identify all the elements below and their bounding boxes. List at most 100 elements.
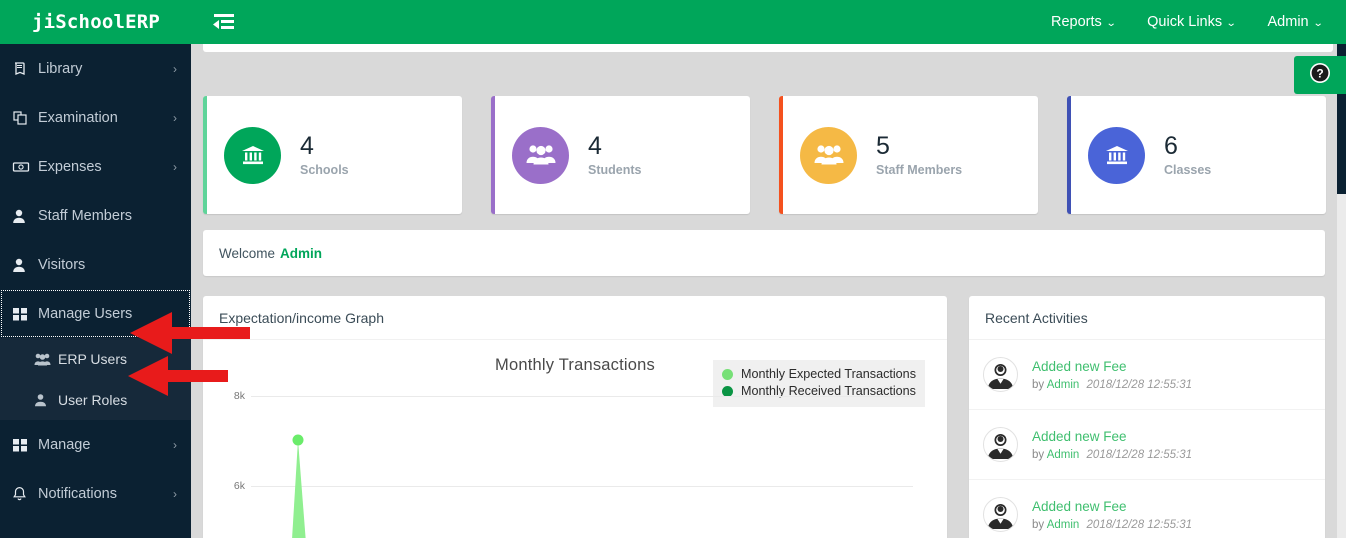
sidebar-item-label: Staff Members — [38, 207, 133, 224]
activities-panel-title: Recent Activities — [969, 296, 1325, 340]
activity-meta: by Admin 2018/12/28 12:55:31 — [1032, 449, 1192, 461]
sidebar-item-label: Visitors — [38, 256, 86, 273]
nav-reports[interactable]: Reports ⌄ — [1035, 0, 1131, 44]
activity-row[interactable]: Added new Fee by Admin 2018/12/28 12:55:… — [969, 340, 1325, 410]
sidebar-item-label: Manage — [38, 436, 91, 453]
stat-cards: 4 Schools 4 Students 5 Staff Members 6 C… — [203, 96, 1326, 214]
welcome-text: Welcome — [219, 245, 276, 261]
stat-card-text: 5 Staff Members — [876, 131, 963, 178]
user-icon — [12, 257, 38, 273]
stat-card-label: Students — [588, 163, 642, 178]
activity-author: Admin — [1046, 449, 1080, 462]
chevron-down-icon: ⌄ — [1312, 18, 1324, 29]
sidebar-item-label: Notifications — [38, 485, 117, 502]
page-scrollbar[interactable] — [1337, 44, 1346, 538]
grid-icon — [12, 437, 38, 453]
app-logo[interactable]: jiSchoolERP — [32, 0, 160, 44]
activity-by-prefix: by — [1032, 519, 1045, 532]
activity-text: Added new Fee by Admin 2018/12/28 12:55:… — [1032, 358, 1192, 392]
grid-icon — [12, 306, 38, 322]
activity-title[interactable]: Added new Fee — [1032, 498, 1192, 517]
top-nav: Reports ⌄ Quick Links ⌄ Admin ⌄ — [1035, 0, 1338, 44]
bank-icon — [1088, 126, 1145, 184]
sidebar-item-notifications[interactable]: Notifications › — [0, 469, 191, 518]
question-circle-icon: ? — [1309, 62, 1331, 89]
user-avatar-icon — [983, 357, 1018, 392]
chevron-down-icon: ⌄ — [1105, 18, 1117, 29]
sidebar-item-label: Examination — [38, 109, 118, 126]
activity-title[interactable]: Added new Fee — [1032, 358, 1192, 377]
sidebar-item-examination[interactable]: Examination › — [0, 93, 191, 142]
activity-timestamp: 2018/12/28 12:55:31 — [1086, 519, 1193, 532]
activity-by-prefix: by — [1032, 379, 1045, 392]
user-icon — [12, 208, 38, 224]
chart-plot — [292, 434, 306, 538]
annotation-arrow-erp-users — [128, 356, 228, 396]
stat-card-students[interactable]: 4 Students — [491, 96, 750, 214]
sidebar-item-staff-members[interactable]: Staff Members — [0, 191, 191, 240]
chevron-right-icon: › — [173, 61, 177, 76]
user-avatar-icon — [983, 427, 1018, 462]
activity-title[interactable]: Added new Fee — [1032, 428, 1192, 447]
monthly-transactions-chart: Monthly Transactions Monthly Expected Tr… — [203, 340, 947, 538]
stat-card-schools[interactable]: 4 Schools — [203, 96, 462, 214]
welcome-username: Admin — [280, 245, 323, 261]
welcome-banner: Welcome Admin — [203, 230, 1325, 276]
activity-timestamp: 2018/12/28 12:55:31 — [1086, 379, 1193, 392]
stat-card-text: 6 Classes — [1164, 131, 1212, 178]
top-header: jiSchoolERP Reports ⌄ Quick Links ⌄ Admin ⌄ — [0, 0, 1346, 44]
expectation-income-graph-panel: Expectation/income Graph Monthly Transac… — [203, 296, 947, 538]
sidebar-item-manage[interactable]: Manage › — [0, 420, 191, 469]
activity-timestamp: 2018/12/28 12:55:31 — [1086, 449, 1193, 462]
stat-card-value: 4 — [588, 131, 602, 160]
book-icon — [12, 61, 38, 77]
sidebar-item-expenses[interactable]: Expenses › — [0, 142, 191, 191]
dashboard-page: jiSchoolERP Reports ⌄ Quick Links ⌄ Admin ⌄ — [0, 0, 1346, 538]
chart-point-expected — [292, 434, 304, 446]
stat-card-value: 6 — [1164, 131, 1178, 160]
nav-quick-links[interactable]: Quick Links ⌄ — [1131, 0, 1251, 44]
stat-card-label: Classes — [1164, 163, 1212, 178]
activity-by-prefix: by — [1032, 449, 1045, 462]
money-bill-icon — [12, 159, 38, 175]
user-icon — [34, 393, 58, 407]
users-group-icon — [34, 352, 58, 366]
chevron-down-icon: ⌄ — [1225, 18, 1237, 29]
stat-card-label: Staff Members — [876, 163, 963, 178]
stat-card-value: 5 — [876, 131, 890, 160]
help-button[interactable]: ? — [1294, 56, 1346, 94]
users-group-icon — [512, 126, 569, 184]
sidebar-item-visitors[interactable]: Visitors — [0, 240, 191, 289]
activity-author: Admin — [1046, 519, 1080, 532]
activity-row[interactable]: Added new Fee by Admin 2018/12/28 12:55:… — [969, 480, 1325, 538]
stat-card-value: 4 — [300, 131, 314, 160]
recent-activities-panel: Recent Activities Added new Fee by Admin… — [969, 296, 1325, 538]
chevron-right-icon: › — [173, 110, 177, 125]
chevron-right-icon: › — [173, 437, 177, 452]
activity-row[interactable]: Added new Fee by Admin 2018/12/28 12:55:… — [969, 410, 1325, 480]
user-avatar-icon — [983, 497, 1018, 532]
nav-admin-label: Admin — [1267, 14, 1309, 30]
svg-text:?: ? — [1316, 66, 1323, 80]
stat-card-staff-members[interactable]: 5 Staff Members — [779, 96, 1038, 214]
sidebar-item-library[interactable]: Library › — [0, 44, 191, 93]
stat-card-text: 4 Schools — [300, 131, 349, 178]
nav-reports-label: Reports — [1050, 14, 1102, 30]
sidebar-item-label: Expenses — [38, 158, 102, 175]
nav-admin[interactable]: Admin ⌄ — [1252, 0, 1339, 44]
sidebar: Library › Examination › Expenses › Staff… — [0, 44, 191, 538]
main-content: 4 Schools 4 Students 5 Staff Members 6 C… — [191, 44, 1346, 538]
bank-icon — [224, 126, 281, 184]
sidebar-collapse-icon[interactable] — [208, 6, 240, 38]
activity-meta: by Admin 2018/12/28 12:55:31 — [1032, 519, 1192, 531]
activity-author: Admin — [1046, 379, 1080, 392]
stat-card-classes[interactable]: 6 Classes — [1067, 96, 1326, 214]
sidebar-item-label: Library — [38, 60, 83, 77]
graph-panel-title: Expectation/income Graph — [203, 296, 947, 340]
chevron-right-icon: › — [173, 159, 177, 174]
scrolled-panel-top — [203, 44, 1333, 52]
stat-card-text: 4 Students — [588, 131, 642, 178]
chevron-right-icon: › — [173, 486, 177, 501]
copy-files-icon — [12, 110, 38, 126]
users-group-icon — [800, 126, 857, 184]
